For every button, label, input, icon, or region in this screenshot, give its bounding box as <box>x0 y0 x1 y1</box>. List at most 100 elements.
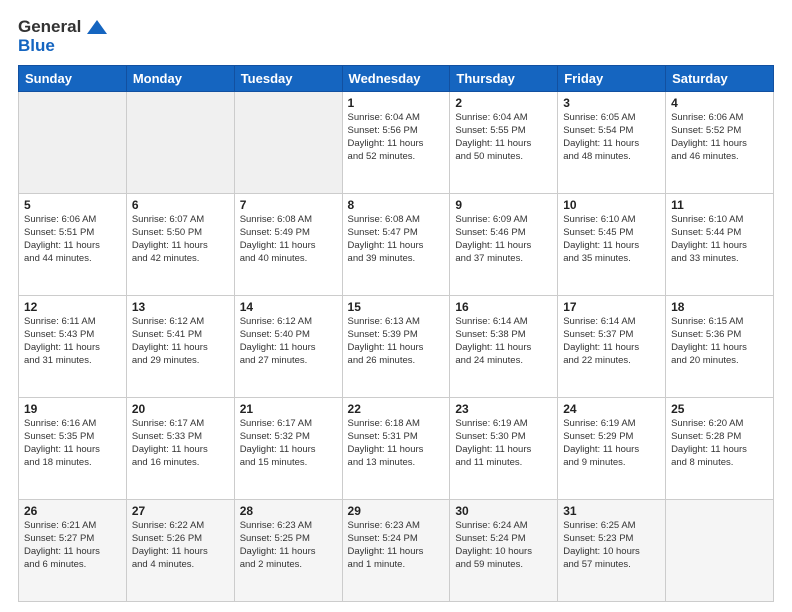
calendar-cell: 28Sunrise: 6:23 AM Sunset: 5:25 PM Dayli… <box>234 500 342 602</box>
calendar-cell: 25 Sunrise: 6:20 AM Sunset: 5:28 PM Dayli… <box>666 398 774 500</box>
day-info: Sunrise: 6:18 AM Sunset: 5:31 PM Dayligh… <box>348 418 445 469</box>
logo: General Blue <box>18 18 107 55</box>
day-number: 22 <box>348 402 445 416</box>
calendar-week-5: 26 Sunrise: 6:21 AM Sunset: 5:27 PM Dayli… <box>19 500 774 602</box>
day-info: Sunrise: 6:04 AM Sunset: 5:56 PM Dayligh… <box>348 112 445 163</box>
day-info: Sunrise: 6:22 AM Sunset: 5:26 PM Dayligh… <box>132 520 229 571</box>
calendar-cell: 16Sunrise: 6:14 AM Sunset: 5:38 PM Dayli… <box>450 296 558 398</box>
day-number: 24 <box>563 402 660 416</box>
day-info: Sunrise: 6:19 AM Sunset: 5:30 PM Dayligh… <box>455 418 552 469</box>
calendar-cell: 17 Sunrise: 6:14 AM Sunset: 5:37 PM Dayli… <box>558 296 666 398</box>
calendar-cell: 11 Sunrise: 6:10 AM Sunset: 5:44 PM Dayli… <box>666 194 774 296</box>
header-friday: Friday <box>558 66 666 92</box>
calendar-cell: 10Sunrise: 6:10 AM Sunset: 5:45 PM Dayli… <box>558 194 666 296</box>
calendar-table: Sunday Monday Tuesday Wednesday Thursday… <box>18 65 774 602</box>
day-info: Sunrise: 6:10 AM Sunset: 5:44 PM Dayligh… <box>671 214 768 265</box>
calendar-cell: 26 Sunrise: 6:21 AM Sunset: 5:27 PM Dayli… <box>19 500 127 602</box>
calendar-week-2: 5 Sunrise: 6:06 AM Sunset: 5:51 PM Daylig… <box>19 194 774 296</box>
day-number: 19 <box>24 402 121 416</box>
day-number: 5 <box>24 198 121 212</box>
calendar-week-3: 12 Sunrise: 6:11 AM Sunset: 5:43 PM Dayli… <box>19 296 774 398</box>
calendar-cell: 19 Sunrise: 6:16 AM Sunset: 5:35 PM Dayli… <box>19 398 127 500</box>
calendar-cell: 7Sunrise: 6:08 AM Sunset: 5:49 PM Daylig… <box>234 194 342 296</box>
calendar-cell <box>666 500 774 602</box>
day-info: Sunrise: 6:12 AM Sunset: 5:41 PM Dayligh… <box>132 316 229 367</box>
day-number: 28 <box>240 504 337 518</box>
day-info: Sunrise: 6:14 AM Sunset: 5:37 PM Dayligh… <box>563 316 660 367</box>
logo-blue: Blue <box>18 36 55 55</box>
day-number: 29 <box>348 504 445 518</box>
day-number: 21 <box>240 402 337 416</box>
day-number: 11 <box>671 198 768 212</box>
day-info: Sunrise: 6:06 AM Sunset: 5:51 PM Dayligh… <box>24 214 121 265</box>
calendar-cell: 12 Sunrise: 6:11 AM Sunset: 5:43 PM Dayli… <box>19 296 127 398</box>
day-info: Sunrise: 6:25 AM Sunset: 5:23 PM Dayligh… <box>563 520 660 571</box>
calendar-week-4: 19 Sunrise: 6:16 AM Sunset: 5:35 PM Dayli… <box>19 398 774 500</box>
day-info: Sunrise: 6:15 AM Sunset: 5:36 PM Dayligh… <box>671 316 768 367</box>
header-tuesday: Tuesday <box>234 66 342 92</box>
calendar-cell: 1 Sunrise: 6:04 AM Sunset: 5:56 PM Daylig… <box>342 92 450 194</box>
calendar-cell: 20 Sunrise: 6:17 AM Sunset: 5:33 PM Dayli… <box>126 398 234 500</box>
header-monday: Monday <box>126 66 234 92</box>
day-number: 1 <box>348 96 445 110</box>
header-wednesday: Wednesday <box>342 66 450 92</box>
day-info: Sunrise: 6:17 AM Sunset: 5:32 PM Dayligh… <box>240 418 337 469</box>
day-info: Sunrise: 6:04 AM Sunset: 5:55 PM Dayligh… <box>455 112 552 163</box>
day-info: Sunrise: 6:07 AM Sunset: 5:50 PM Dayligh… <box>132 214 229 265</box>
calendar-cell: 9 Sunrise: 6:09 AM Sunset: 5:46 PM Daylig… <box>450 194 558 296</box>
weekday-header-row: Sunday Monday Tuesday Wednesday Thursday… <box>19 66 774 92</box>
calendar-cell: 29 Sunrise: 6:23 AM Sunset: 5:24 PM Dayli… <box>342 500 450 602</box>
day-info: Sunrise: 6:08 AM Sunset: 5:49 PM Dayligh… <box>240 214 337 265</box>
calendar-cell: 14Sunrise: 6:12 AM Sunset: 5:40 PM Dayli… <box>234 296 342 398</box>
day-info: Sunrise: 6:11 AM Sunset: 5:43 PM Dayligh… <box>24 316 121 367</box>
calendar-cell <box>126 92 234 194</box>
day-number: 15 <box>348 300 445 314</box>
day-number: 14 <box>240 300 337 314</box>
page: General Blue Sunday Monday Tuesday <box>0 0 792 612</box>
day-number: 25 <box>671 402 768 416</box>
day-number: 23 <box>455 402 552 416</box>
calendar-cell: 27Sunrise: 6:22 AM Sunset: 5:26 PM Dayli… <box>126 500 234 602</box>
day-number: 26 <box>24 504 121 518</box>
day-number: 6 <box>132 198 229 212</box>
calendar-cell: 6 Sunrise: 6:07 AM Sunset: 5:50 PM Daylig… <box>126 194 234 296</box>
day-number: 2 <box>455 96 552 110</box>
calendar-cell: 23 Sunrise: 6:19 AM Sunset: 5:30 PM Dayli… <box>450 398 558 500</box>
header-saturday: Saturday <box>666 66 774 92</box>
day-info: Sunrise: 6:20 AM Sunset: 5:28 PM Dayligh… <box>671 418 768 469</box>
day-info: Sunrise: 6:05 AM Sunset: 5:54 PM Dayligh… <box>563 112 660 163</box>
day-number: 12 <box>24 300 121 314</box>
day-number: 17 <box>563 300 660 314</box>
header-sunday: Sunday <box>19 66 127 92</box>
logo-general: General <box>18 17 81 36</box>
calendar-cell: 18Sunrise: 6:15 AM Sunset: 5:36 PM Dayli… <box>666 296 774 398</box>
day-number: 20 <box>132 402 229 416</box>
day-info: Sunrise: 6:08 AM Sunset: 5:47 PM Dayligh… <box>348 214 445 265</box>
calendar-cell: 31Sunrise: 6:25 AM Sunset: 5:23 PM Dayli… <box>558 500 666 602</box>
day-info: Sunrise: 6:16 AM Sunset: 5:35 PM Dayligh… <box>24 418 121 469</box>
calendar-cell <box>19 92 127 194</box>
day-number: 4 <box>671 96 768 110</box>
calendar-cell: 4Sunrise: 6:06 AM Sunset: 5:52 PM Daylig… <box>666 92 774 194</box>
day-number: 9 <box>455 198 552 212</box>
header-thursday: Thursday <box>450 66 558 92</box>
calendar-cell: 22 Sunrise: 6:18 AM Sunset: 5:31 PM Dayli… <box>342 398 450 500</box>
day-info: Sunrise: 6:17 AM Sunset: 5:33 PM Dayligh… <box>132 418 229 469</box>
day-info: Sunrise: 6:24 AM Sunset: 5:24 PM Dayligh… <box>455 520 552 571</box>
header: General Blue <box>18 18 774 55</box>
day-info: Sunrise: 6:23 AM Sunset: 5:24 PM Dayligh… <box>348 520 445 571</box>
logo-text: General Blue <box>18 18 107 55</box>
day-info: Sunrise: 6:21 AM Sunset: 5:27 PM Dayligh… <box>24 520 121 571</box>
day-number: 8 <box>348 198 445 212</box>
day-number: 3 <box>563 96 660 110</box>
calendar-cell <box>234 92 342 194</box>
calendar-cell: 5 Sunrise: 6:06 AM Sunset: 5:51 PM Daylig… <box>19 194 127 296</box>
calendar-cell: 21 Sunrise: 6:17 AM Sunset: 5:32 PM Dayli… <box>234 398 342 500</box>
calendar-cell: 24Sunrise: 6:19 AM Sunset: 5:29 PM Dayli… <box>558 398 666 500</box>
day-info: Sunrise: 6:09 AM Sunset: 5:46 PM Dayligh… <box>455 214 552 265</box>
calendar-cell: 3 Sunrise: 6:05 AM Sunset: 5:54 PM Daylig… <box>558 92 666 194</box>
calendar-week-1: 1 Sunrise: 6:04 AM Sunset: 5:56 PM Daylig… <box>19 92 774 194</box>
day-number: 30 <box>455 504 552 518</box>
calendar-cell: 30 Sunrise: 6:24 AM Sunset: 5:24 PM Dayli… <box>450 500 558 602</box>
calendar-cell: 2 Sunrise: 6:04 AM Sunset: 5:55 PM Daylig… <box>450 92 558 194</box>
